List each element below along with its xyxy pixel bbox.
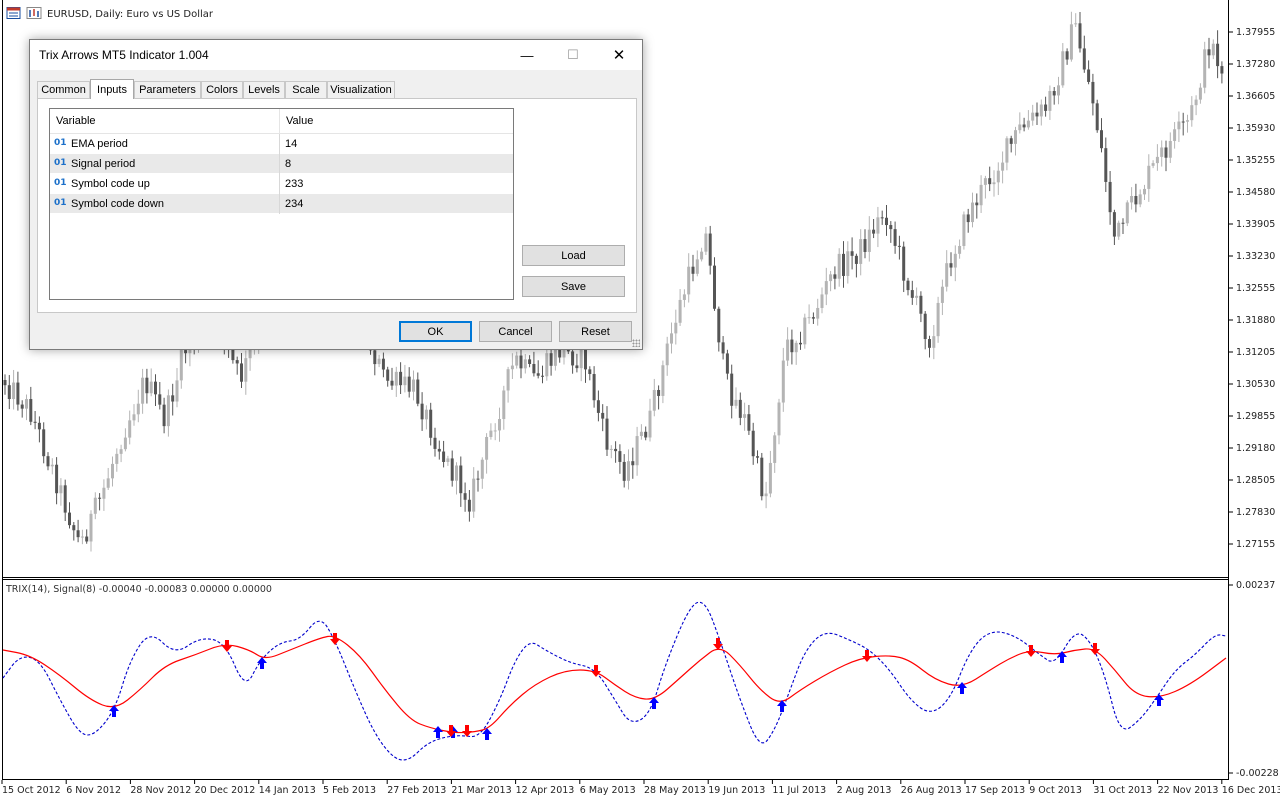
date-label: 17 Sep 2013 (965, 785, 1025, 796)
price-tick-label: 1.28505 (1236, 475, 1275, 486)
minimize-icon[interactable]: — (504, 40, 550, 70)
dialog-titlebar[interactable]: Trix Arrows MT5 Indicator 1.004 — ☐ ✕ (30, 40, 642, 70)
cell-divider (279, 154, 280, 174)
ok-button[interactable]: OK (399, 321, 472, 342)
date-label: 9 Oct 2013 (1029, 785, 1082, 796)
inputs-panel: Variable Value 01 EMA period 14 01 Signa… (37, 98, 637, 313)
chart-window-icon[interactable] (6, 7, 21, 19)
price-tick-label: 1.31880 (1236, 315, 1275, 326)
date-label: 27 Feb 2013 (387, 785, 446, 796)
date-label: 6 May 2013 (580, 785, 636, 796)
date-label: 15 Oct 2012 (2, 785, 61, 796)
chart-type-icon[interactable] (26, 7, 42, 19)
tab-colors[interactable]: Colors (201, 81, 243, 98)
tab-levels[interactable]: Levels (243, 81, 285, 98)
reset-button[interactable]: Reset (559, 321, 632, 342)
input-value-field[interactable]: 233 (285, 178, 303, 190)
price-tick-label: 1.29855 (1236, 411, 1275, 422)
grid-header: Variable Value (50, 109, 513, 134)
date-label: 5 Feb 2013 (323, 785, 376, 796)
load-button[interactable]: Load (522, 245, 625, 266)
date-label: 11 Jul 2013 (772, 785, 826, 796)
price-tick-label: 1.37955 (1236, 27, 1275, 38)
date-label: 26 Aug 2013 (901, 785, 962, 796)
date-label: 16 Dec 2013 (1222, 785, 1280, 796)
dialog-title: Trix Arrows MT5 Indicator 1.004 (39, 48, 209, 62)
input-row-signal-period[interactable]: 01 Signal period 8 (50, 154, 513, 174)
resize-grip-icon[interactable] (632, 339, 640, 347)
candle (962, 211, 966, 250)
date-label: 21 Mar 2013 (451, 785, 511, 796)
int-type-icon: 01 (54, 158, 67, 168)
candle (545, 349, 549, 381)
input-value-field[interactable]: 234 (285, 198, 303, 210)
input-row-symbol-code-down[interactable]: 01 Symbol code down 234 (50, 194, 513, 214)
date-label: 2 Aug 2013 (837, 785, 892, 796)
int-type-icon: 01 (54, 138, 67, 148)
input-variable-name: Symbol code down (71, 198, 164, 210)
input-value-field[interactable]: 14 (285, 138, 297, 150)
indicator-tick-label: 0.00237 (1236, 580, 1275, 591)
price-tick-label: 1.36605 (1236, 91, 1275, 102)
input-row-symbol-code-up[interactable]: 01 Symbol code up 233 (50, 174, 513, 194)
price-tick-label: 1.33230 (1236, 251, 1275, 262)
price-tick-label: 1.37280 (1236, 59, 1275, 70)
save-button[interactable]: Save (522, 276, 625, 297)
price-tick-label: 1.34580 (1236, 187, 1275, 198)
price-tick-label: 1.35930 (1236, 123, 1275, 134)
price-tick-label: 1.32555 (1236, 283, 1275, 294)
price-tick-label: 1.35255 (1236, 155, 1275, 166)
column-header-variable[interactable]: Variable (56, 115, 96, 127)
date-label: 22 Nov 2013 (1158, 785, 1219, 796)
maximize-icon[interactable]: ☐ (550, 40, 596, 70)
candle (1125, 200, 1129, 227)
candle (760, 452, 764, 501)
price-tick-label: 1.30530 (1236, 379, 1275, 390)
date-label: 14 Jan 2013 (259, 785, 316, 796)
column-header-value[interactable]: Value (286, 115, 313, 127)
column-divider[interactable] (279, 109, 280, 133)
input-value-field[interactable]: 8 (285, 158, 291, 170)
price-tick-label: 1.31205 (1236, 347, 1275, 358)
close-icon[interactable]: ✕ (596, 40, 642, 70)
int-type-icon: 01 (54, 198, 67, 208)
cell-divider (279, 194, 280, 214)
indicator-title: TRIX(14), Signal(8) -0.00040 -0.00083 0.… (5, 584, 272, 595)
price-tick-label: 1.33905 (1236, 219, 1275, 230)
price-tick-label: 1.27155 (1236, 539, 1275, 550)
date-label: 28 Nov 2012 (130, 785, 191, 796)
price-tick-label: 1.27830 (1236, 507, 1275, 518)
tab-visualization[interactable]: Visualization (327, 81, 395, 98)
candle (936, 296, 940, 343)
candle (1203, 41, 1207, 94)
symbol-title: EURUSD, Daily: Euro vs US Dollar (47, 9, 214, 20)
price-tick-label: 1.29180 (1236, 443, 1275, 454)
input-row-ema-period[interactable]: 01 EMA period 14 (50, 134, 513, 154)
indicator-properties-dialog: Trix Arrows MT5 Indicator 1.004 — ☐ ✕ Co… (29, 39, 643, 350)
input-variable-name: Symbol code up (71, 178, 150, 190)
input-variable-name: EMA period (71, 138, 128, 150)
cell-divider (279, 134, 280, 154)
date-label: 28 May 2013 (644, 785, 706, 796)
tab-inputs[interactable]: Inputs (90, 79, 134, 99)
date-label: 31 Oct 2013 (1093, 785, 1152, 796)
tab-common[interactable]: Common (37, 81, 90, 98)
candle (803, 313, 807, 349)
date-label: 20 Dec 2012 (195, 785, 256, 796)
cell-divider (279, 174, 280, 194)
cancel-button[interactable]: Cancel (479, 321, 552, 342)
tab-scale[interactable]: Scale (285, 81, 327, 98)
candle (1095, 99, 1099, 133)
date-label: 19 Jun 2013 (708, 785, 765, 796)
indicator-tick-label: -0.00228 (1236, 768, 1279, 779)
inputs-grid: Variable Value 01 EMA period 14 01 Signa… (49, 108, 514, 300)
int-type-icon: 01 (54, 178, 67, 188)
date-label: 6 Nov 2012 (66, 785, 121, 796)
input-variable-name: Signal period (71, 158, 136, 170)
tab-parameters[interactable]: Parameters (134, 81, 201, 98)
date-label: 12 Apr 2013 (516, 785, 575, 796)
